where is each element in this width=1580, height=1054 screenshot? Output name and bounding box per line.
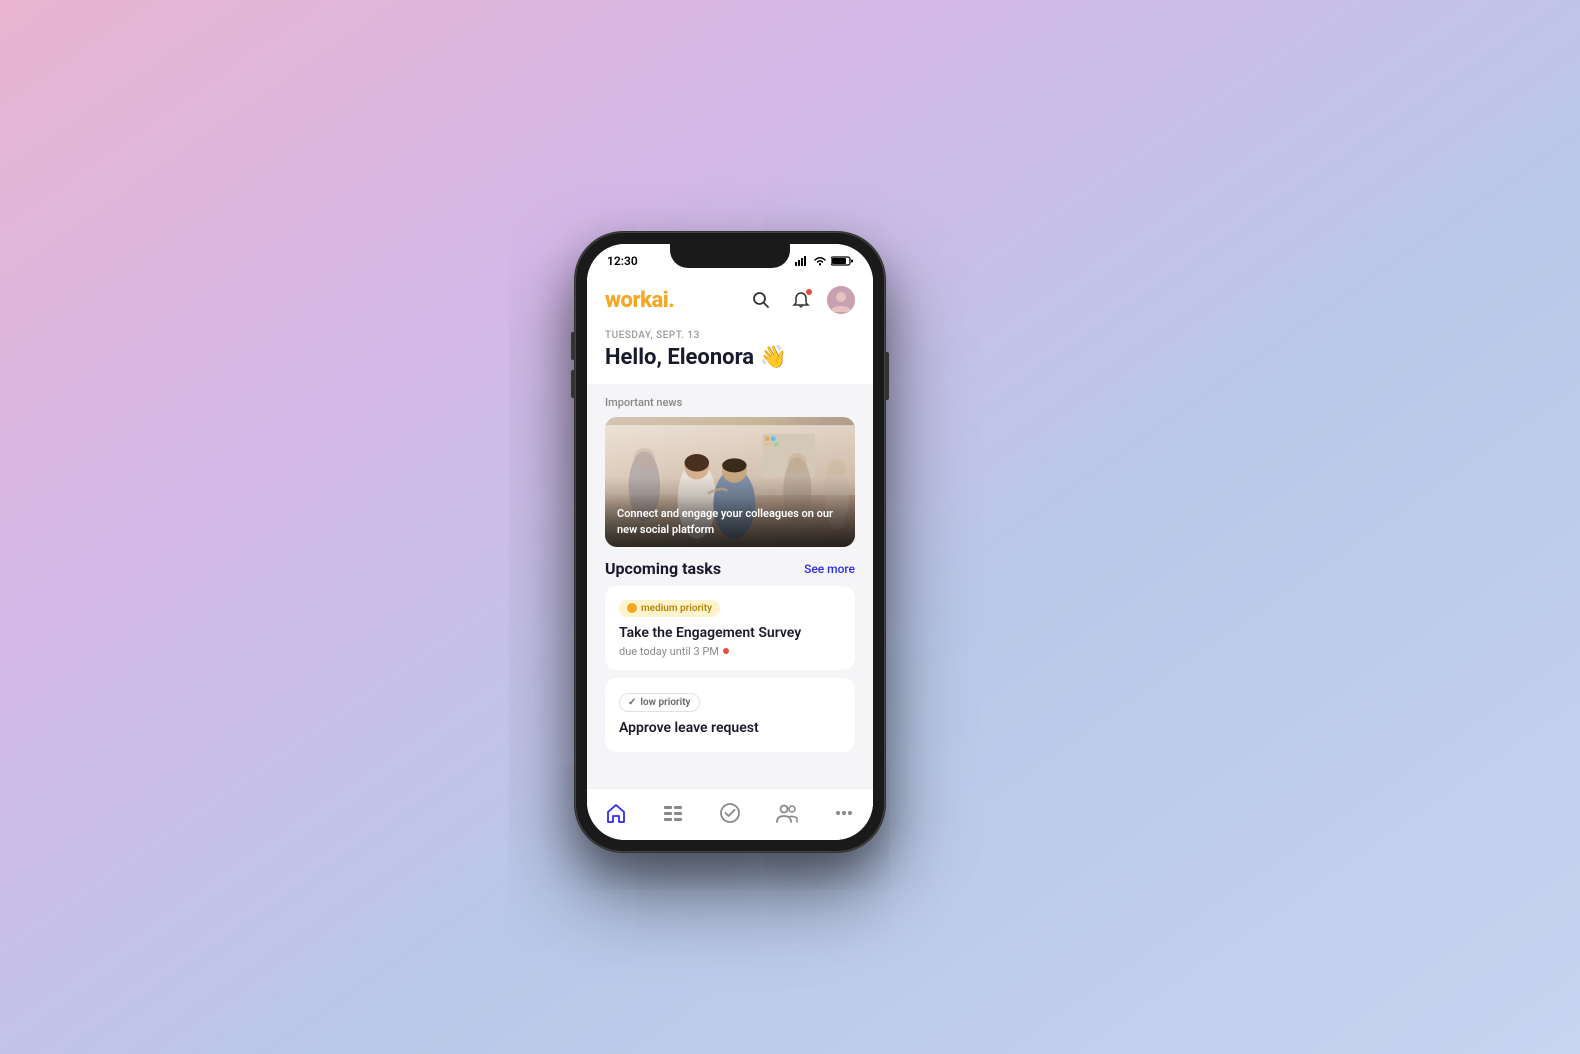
news-section: Important news (587, 396, 873, 547)
avatar-image (827, 286, 855, 314)
news-card[interactable]: Connect and engage your colleagues on ou… (605, 417, 855, 547)
task-1-due-dot (723, 648, 729, 654)
task-2-name: Approve leave request (619, 720, 841, 736)
power-button (885, 352, 889, 400)
user-avatar[interactable] (827, 286, 855, 314)
search-icon (752, 291, 770, 309)
phone-device: 12:30 (575, 232, 885, 852)
notifications-button[interactable] (787, 286, 815, 314)
task-2-priority-label: low priority (640, 697, 690, 708)
bottom-nav (587, 788, 873, 840)
news-section-label: Important news (605, 396, 855, 409)
priority-check-icon: ✓ (628, 697, 636, 708)
nav-people[interactable] (776, 802, 798, 824)
phone-scene: 12:30 (575, 232, 885, 852)
signal-icon (795, 256, 809, 266)
scene-container: 12:30 (340, 47, 1240, 1007)
task-card-2[interactable]: ✓ low priority Approve leave request (605, 678, 855, 752)
header-icons (747, 286, 855, 314)
battery-icon (831, 256, 853, 266)
app-header: workai. (587, 274, 873, 324)
status-time: 12:30 (607, 254, 638, 268)
notification-dot (805, 288, 813, 296)
app-logo: workai. (605, 288, 674, 313)
greeting-date: TUESDAY, SEPT. 13 (605, 330, 855, 341)
task-1-priority-badge: medium priority (619, 600, 720, 617)
greeting-text: Hello, Eleonora 👋 (605, 345, 855, 370)
check-circle-icon (719, 802, 741, 824)
nav-check[interactable] (719, 802, 741, 824)
news-overlay: Connect and engage your colleagues on ou… (605, 496, 855, 547)
home-icon (605, 802, 627, 824)
logo-text: workai (605, 288, 668, 313)
nav-home[interactable] (605, 802, 627, 824)
task-1-due-text: due today until 3 PM (619, 645, 719, 658)
more-icon (833, 802, 855, 824)
list-icon (662, 802, 684, 824)
volume-up-button (571, 332, 575, 360)
tasks-header: Upcoming tasks See more (587, 559, 873, 578)
app-content: workai. (587, 274, 873, 840)
nav-more[interactable] (833, 802, 855, 824)
task-card-1[interactable]: medium priority Take the Engagement Surv… (605, 586, 855, 670)
nav-tasks[interactable] (662, 802, 684, 824)
task-2-priority-badge: ✓ low priority (619, 693, 700, 712)
task-1-due: due today until 3 PM (619, 645, 841, 658)
scroll-content[interactable]: Important news (587, 384, 873, 788)
news-caption: Connect and engage your colleagues on ou… (617, 506, 843, 537)
logo-dot: . (668, 288, 674, 313)
people-icon (776, 802, 798, 824)
tasks-title: Upcoming tasks (605, 559, 721, 578)
task-1-name: Take the Engagement Survey (619, 625, 841, 641)
priority-medium-icon (627, 603, 637, 613)
phone-notch (670, 244, 790, 268)
tasks-see-more[interactable]: See more (804, 562, 855, 576)
task-1-priority-label: medium priority (641, 603, 712, 614)
wifi-icon (813, 256, 827, 266)
search-button[interactable] (747, 286, 775, 314)
greeting-section: TUESDAY, SEPT. 13 Hello, Eleonora 👋 (587, 324, 873, 384)
phone-screen: 12:30 (587, 244, 873, 840)
volume-down-button (571, 370, 575, 398)
status-icons (795, 256, 853, 266)
